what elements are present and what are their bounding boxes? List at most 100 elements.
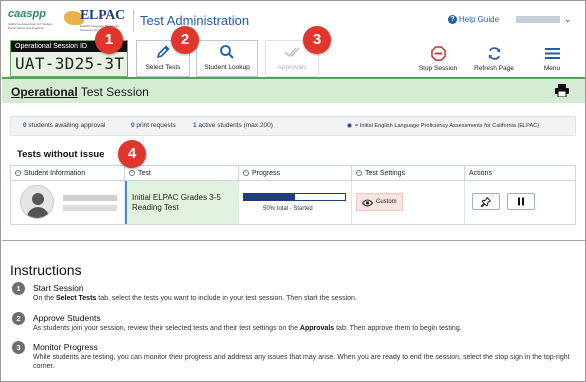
session-type-rest: Test Session <box>77 85 149 99</box>
tests-without-issue-title: Tests without issue <box>17 149 105 160</box>
sort-icon: − <box>243 170 249 177</box>
student-id-redacted <box>63 205 117 211</box>
hamburger-menu-icon <box>544 45 560 61</box>
progress-cell: 50% total - Started <box>239 181 352 224</box>
step-emphasis: Approvals <box>299 325 335 332</box>
callout-marker-3: 3 <box>303 26 331 54</box>
test-settings-cell: Custom <box>352 181 465 224</box>
awaiting-approval-stat: 0 students awaiting approval <box>23 117 105 135</box>
sort-icon: − <box>356 170 362 177</box>
refresh-page-label: Refresh Page <box>474 65 514 72</box>
elpac-logo-text: ELPAC <box>80 8 125 23</box>
select-tests-label: Select Tests <box>145 64 181 71</box>
sort-icon: − <box>15 170 21 177</box>
user-name-redacted[interactable] <box>516 16 560 23</box>
col-test-settings[interactable]: − Test Settings <box>352 166 465 181</box>
col-test[interactable]: − Test <box>125 166 239 181</box>
instructions-title: Instructions <box>10 262 82 278</box>
session-type-bold: Operational <box>11 85 78 99</box>
step-text: On the <box>33 295 56 302</box>
caaspp-logo: caaspp California Assessment of Student … <box>8 6 62 36</box>
help-guide-label: Help Guide <box>459 15 500 24</box>
col-label: Actions <box>469 170 492 177</box>
menu-button[interactable]: Menu <box>527 40 577 77</box>
session-banner: Operational Test Session <box>2 79 585 103</box>
section-divider <box>2 240 585 241</box>
stop-session-button[interactable]: Stop Session <box>413 40 463 77</box>
elpac-dot-icon <box>347 123 352 129</box>
col-student-information[interactable]: − Student Information <box>11 166 125 181</box>
col-label: Student Information <box>24 170 86 177</box>
awaiting-label: students awaiting approval <box>26 122 106 129</box>
actions-cell <box>465 181 575 224</box>
stop-sign-icon <box>430 45 446 61</box>
eye-icon <box>361 198 374 214</box>
avatar <box>20 185 54 219</box>
caaspp-logo-mark: caaspp <box>8 8 46 20</box>
col-label: Progress <box>252 170 281 177</box>
pin-button[interactable] <box>472 193 500 210</box>
step-number: 3 <box>12 341 25 354</box>
test-name: Initial ELPAC Grades 3-5 Reading Test <box>132 193 221 212</box>
pin-icon <box>481 196 491 207</box>
active-label: active students (max 200) <box>196 122 273 129</box>
student-lookup-label: Student Lookup <box>204 64 250 71</box>
student-name-redacted <box>63 195 117 201</box>
callout-marker-4: 4 <box>118 140 146 168</box>
refresh-icon <box>487 45 502 61</box>
print-requests-stat: 0 print requests <box>131 117 176 135</box>
session-id-value: UAT-3D25-3T <box>15 54 125 73</box>
student-info-cell <box>11 181 125 224</box>
sort-icon: − <box>129 170 135 177</box>
search-icon <box>219 44 235 60</box>
step-description: On the Select Tests tab, select the test… <box>33 294 578 303</box>
col-label: Test <box>138 170 151 177</box>
elpac-legend-text: = Initial English Language Proficiency A… <box>355 123 540 129</box>
help-guide-link[interactable]: ? Help Guide <box>448 15 499 24</box>
progress-text: 50% total - Started <box>263 206 313 212</box>
session-stats-bar: 0 students awaiting approval 0 print req… <box>10 116 576 136</box>
tests-table: − Student Information − Test − Progress − Te… <box>10 165 576 225</box>
student-lookup-button[interactable]: Student Lookup <box>196 40 258 77</box>
step-text: tab, select the tests you want to includ… <box>96 295 357 302</box>
pencil-icon <box>155 44 171 60</box>
session-type-title: Operational Test Session <box>11 85 149 99</box>
progress-bar-fill <box>244 194 295 200</box>
col-actions: Actions <box>465 166 575 181</box>
pause-icon <box>518 197 524 206</box>
col-progress[interactable]: − Progress <box>239 166 352 181</box>
step-heading: Approve Students <box>33 313 101 323</box>
progress-bar <box>243 193 346 201</box>
step-text: As students join your session, review th… <box>33 325 300 332</box>
step-heading: Start Session <box>33 283 84 293</box>
print-label: print requests <box>134 122 176 129</box>
header-divider <box>133 10 134 32</box>
printer-icon[interactable] <box>555 84 569 99</box>
callout-marker-1: 1 <box>95 26 123 54</box>
refresh-page-button[interactable]: Refresh Page <box>469 40 519 77</box>
test-cell: Initial ELPAC Grades 3-5 Reading Test <box>125 181 239 224</box>
double-check-icon <box>284 44 300 60</box>
chevron-down-icon[interactable]: ⌄ <box>564 14 572 25</box>
stop-session-label: Stop Session <box>418 65 458 72</box>
elpac-legend: = Initial English Language Proficiency A… <box>347 117 539 135</box>
table-row: Initial ELPAC Grades 3-5 Reading Test 50… <box>11 181 575 224</box>
col-label: Test Settings <box>365 170 406 177</box>
step-text: tab. Then approve them to begin testing. <box>334 325 462 332</box>
step-heading: Monitor Progress <box>33 342 98 352</box>
custom-settings-button[interactable]: Custom <box>356 193 403 211</box>
callout-marker-2: 2 <box>171 26 199 54</box>
pause-button[interactable] <box>507 193 535 210</box>
step-description: While students are testing, you can moni… <box>33 353 578 371</box>
step-emphasis: Select Tests <box>55 295 97 302</box>
step-text: While students are testing, you can moni… <box>33 354 570 371</box>
app-window: caaspp California Assessment of Student … <box>0 0 586 382</box>
approvals-label: Approvals <box>277 64 307 71</box>
custom-settings-label: Custom <box>376 199 397 205</box>
step-number: 1 <box>12 282 25 295</box>
table-header: − Student Information − Test − Progress − Te… <box>11 166 575 181</box>
active-students-stat: 1 active students (max 200) <box>193 117 273 135</box>
step-description: As students join your session, review th… <box>33 324 578 333</box>
caaspp-logo-subtitle: California Assessment of Student Perform… <box>8 22 53 30</box>
top-header: caaspp California Assessment of Student … <box>2 2 585 40</box>
